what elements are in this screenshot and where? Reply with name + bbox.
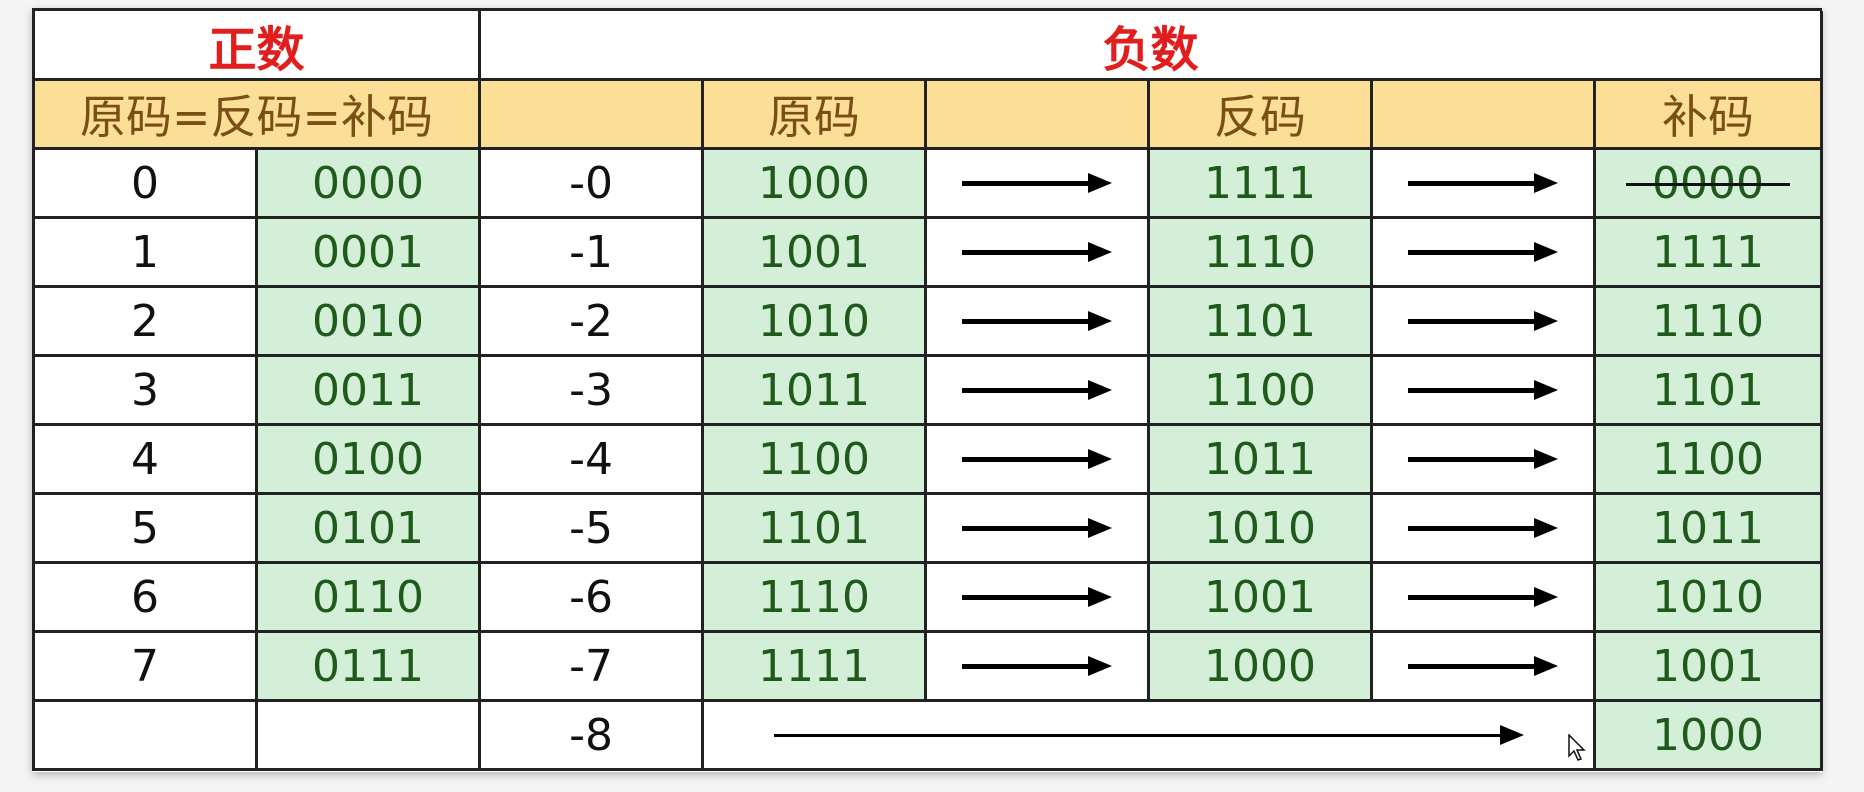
right-arrow-icon xyxy=(1408,518,1558,538)
arrow-cell[interactable] xyxy=(1373,495,1596,564)
negative-number[interactable]: -0 xyxy=(481,150,704,219)
ones-complement[interactable]: 1000 xyxy=(1150,633,1373,702)
positive-number[interactable]: 7 xyxy=(35,633,258,702)
positive-code-header[interactable]: 原码=反码=补码 xyxy=(35,81,481,150)
negative-number[interactable]: -6 xyxy=(481,564,704,633)
right-arrow-icon xyxy=(962,242,1112,262)
original-code[interactable]: 1100 xyxy=(704,426,927,495)
empty-cell[interactable] xyxy=(35,702,258,771)
right-arrow-icon xyxy=(962,449,1112,469)
empty-cell[interactable] xyxy=(258,702,481,771)
ones-complement[interactable]: 1110 xyxy=(1150,219,1373,288)
right-arrow-icon xyxy=(1408,242,1558,262)
negative-number[interactable]: -8 xyxy=(481,702,704,771)
twos-complement[interactable]: 1001 xyxy=(1596,633,1823,702)
original-code-header[interactable]: 原码 xyxy=(704,81,927,150)
long-right-arrow-icon xyxy=(773,725,1524,745)
twos-complement[interactable]: 1010 xyxy=(1596,564,1823,633)
original-code[interactable]: 1101 xyxy=(704,495,927,564)
positive-number[interactable]: 5 xyxy=(35,495,258,564)
arrow-cell[interactable] xyxy=(1373,633,1596,702)
positive-number[interactable]: 2 xyxy=(35,288,258,357)
positive-code[interactable]: 0010 xyxy=(258,288,481,357)
positive-code[interactable]: 0000 xyxy=(258,150,481,219)
negative-number[interactable]: -1 xyxy=(481,219,704,288)
positive-number[interactable]: 4 xyxy=(35,426,258,495)
ones-complement[interactable]: 1011 xyxy=(1150,426,1373,495)
right-arrow-icon xyxy=(962,656,1112,676)
twos-complement[interactable]: 1110 xyxy=(1596,288,1823,357)
negative-blank-header[interactable] xyxy=(481,81,704,150)
arrow-cell[interactable] xyxy=(927,426,1150,495)
right-arrow-icon xyxy=(962,380,1112,400)
arrow-cell[interactable] xyxy=(1373,357,1596,426)
right-arrow-icon xyxy=(1408,449,1558,469)
long-arrow-cell[interactable] xyxy=(704,702,1596,771)
negative-number[interactable]: -4 xyxy=(481,426,704,495)
twos-complement-header[interactable]: 补码 xyxy=(1596,81,1823,150)
mouse-cursor-icon xyxy=(1568,734,1586,761)
right-arrow-icon xyxy=(1408,173,1558,193)
positive-number[interactable]: 3 xyxy=(35,357,258,426)
positive-number[interactable]: 0 xyxy=(35,150,258,219)
positive-code[interactable]: 0111 xyxy=(258,633,481,702)
negative-number[interactable]: -5 xyxy=(481,495,704,564)
negative-number[interactable]: -7 xyxy=(481,633,704,702)
original-code[interactable]: 1000 xyxy=(704,150,927,219)
arrow-cell[interactable] xyxy=(927,288,1150,357)
positive-code[interactable]: 0001 xyxy=(258,219,481,288)
positive-number[interactable]: 1 xyxy=(35,219,258,288)
negative-section-title[interactable]: 负数 xyxy=(481,11,1823,81)
arrow-cell[interactable] xyxy=(927,495,1150,564)
arrow-cell[interactable] xyxy=(927,150,1150,219)
twos-complement[interactable]: 1000 xyxy=(1596,702,1823,771)
right-arrow-icon xyxy=(962,587,1112,607)
original-code[interactable]: 1111 xyxy=(704,633,927,702)
negative-number[interactable]: -2 xyxy=(481,288,704,357)
original-code[interactable]: 1110 xyxy=(704,564,927,633)
positive-code[interactable]: 0011 xyxy=(258,357,481,426)
code-conversion-grid: 正数 负数 原码=反码=补码 原码 反码 补码 0 0000 -0 1000 1… xyxy=(32,8,1823,771)
arrow-blank-header-1[interactable] xyxy=(927,81,1150,150)
right-arrow-icon xyxy=(1408,311,1558,331)
arrow-cell[interactable] xyxy=(1373,288,1596,357)
right-arrow-icon xyxy=(962,311,1112,331)
ones-complement[interactable]: 1111 xyxy=(1150,150,1373,219)
spreadsheet-table: 正数 负数 原码=反码=补码 原码 反码 补码 0 0000 -0 1000 1… xyxy=(32,8,1823,772)
arrow-cell[interactable] xyxy=(927,357,1150,426)
right-arrow-icon xyxy=(1408,380,1558,400)
ones-complement[interactable]: 1100 xyxy=(1150,357,1373,426)
positive-code[interactable]: 0101 xyxy=(258,495,481,564)
twos-complement[interactable]: 1111 xyxy=(1596,219,1823,288)
original-code[interactable]: 1011 xyxy=(704,357,927,426)
right-arrow-icon xyxy=(1408,587,1558,607)
right-arrow-icon xyxy=(962,173,1112,193)
ones-complement[interactable]: 1001 xyxy=(1150,564,1373,633)
arrow-blank-header-2[interactable] xyxy=(1373,81,1596,150)
twos-complement-struck[interactable]: 0000 xyxy=(1596,150,1823,219)
ones-complement[interactable]: 1010 xyxy=(1150,495,1373,564)
arrow-cell[interactable] xyxy=(927,564,1150,633)
ones-complement[interactable]: 1101 xyxy=(1150,288,1373,357)
arrow-cell[interactable] xyxy=(927,219,1150,288)
twos-complement[interactable]: 1101 xyxy=(1596,357,1823,426)
arrow-cell[interactable] xyxy=(927,633,1150,702)
original-code[interactable]: 1001 xyxy=(704,219,927,288)
positive-number[interactable]: 6 xyxy=(35,564,258,633)
twos-complement[interactable]: 1011 xyxy=(1596,495,1823,564)
twos-complement[interactable]: 1100 xyxy=(1596,426,1823,495)
right-arrow-icon xyxy=(962,518,1112,538)
original-code[interactable]: 1010 xyxy=(704,288,927,357)
positive-code[interactable]: 0100 xyxy=(258,426,481,495)
positive-code[interactable]: 0110 xyxy=(258,564,481,633)
positive-section-title[interactable]: 正数 xyxy=(35,11,481,81)
arrow-cell[interactable] xyxy=(1373,150,1596,219)
negative-number[interactable]: -3 xyxy=(481,357,704,426)
ones-complement-header[interactable]: 反码 xyxy=(1150,81,1373,150)
arrow-cell[interactable] xyxy=(1373,219,1596,288)
arrow-cell[interactable] xyxy=(1373,426,1596,495)
arrow-cell[interactable] xyxy=(1373,564,1596,633)
right-arrow-icon xyxy=(1408,656,1558,676)
